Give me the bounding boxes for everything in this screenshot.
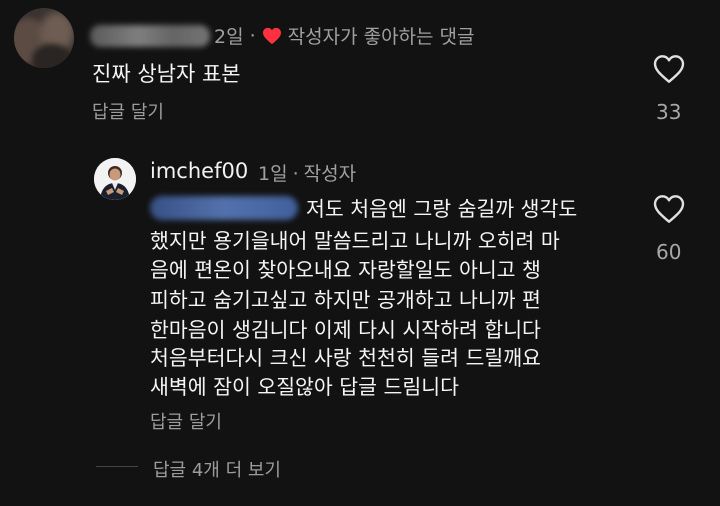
meta-separator: · xyxy=(249,24,256,47)
reply-button[interactable]: 답글 달기 xyxy=(150,408,222,434)
author-username[interactable]: imchef00 xyxy=(150,159,248,183)
like-count: 33 xyxy=(656,100,682,124)
commenter-avatar[interactable] xyxy=(14,8,74,68)
thread-divider xyxy=(96,466,138,467)
author-badge: 작성자 xyxy=(303,163,357,185)
reply-time: 1일 xyxy=(258,163,288,185)
view-more-replies-button[interactable]: 답글 4개 더 보기 xyxy=(153,456,281,482)
reply-text-line: 저도 처음엔 그랑 숨길까 생각도 xyxy=(306,197,578,221)
author-avatar[interactable] xyxy=(94,158,136,200)
comment-meta: 2일 · 작성자가 좋아하는 댓글 xyxy=(214,22,475,49)
commenter-username-blurred[interactable] xyxy=(90,25,210,47)
author-avatar-image xyxy=(94,158,136,200)
reply-text-line: 한마음이 생김니다 이제 다시 시작하려 합니다 xyxy=(150,318,541,342)
creator-liked-heart-icon xyxy=(262,27,281,44)
reply-text-line: 했지만 용기을내어 말씀드리고 나니까 오히려 마 xyxy=(150,229,560,253)
comment-time: 2일 xyxy=(214,26,244,48)
reply-text-line: 새벽에 잠이 오질않아 답글 드림니다 xyxy=(150,375,459,399)
creator-liked-label: 작성자가 좋아하는 댓글 xyxy=(287,26,475,48)
reply-text-line: 처음부터다시 크신 사랑 천천히 들려 드릴깨요 xyxy=(150,346,541,370)
comment-text: 진짜 상남자 표본 xyxy=(92,62,241,86)
reply-text-line: 음에 편온이 찾아오내요 자랑할일도 아니고 챙 xyxy=(150,258,541,282)
reply-button[interactable]: 답글 달기 xyxy=(92,98,164,124)
meta-separator: · xyxy=(292,163,299,185)
like-heart-icon[interactable] xyxy=(653,54,685,84)
mention-tag-blurred[interactable] xyxy=(150,196,298,220)
reply-meta: 1일 · 작성자 xyxy=(258,159,356,186)
reply-text-line: 피하고 숨기고싶고 하지만 공개하고 나니까 편 xyxy=(150,288,541,312)
like-heart-icon[interactable] xyxy=(653,194,685,224)
like-count: 60 xyxy=(656,240,682,264)
